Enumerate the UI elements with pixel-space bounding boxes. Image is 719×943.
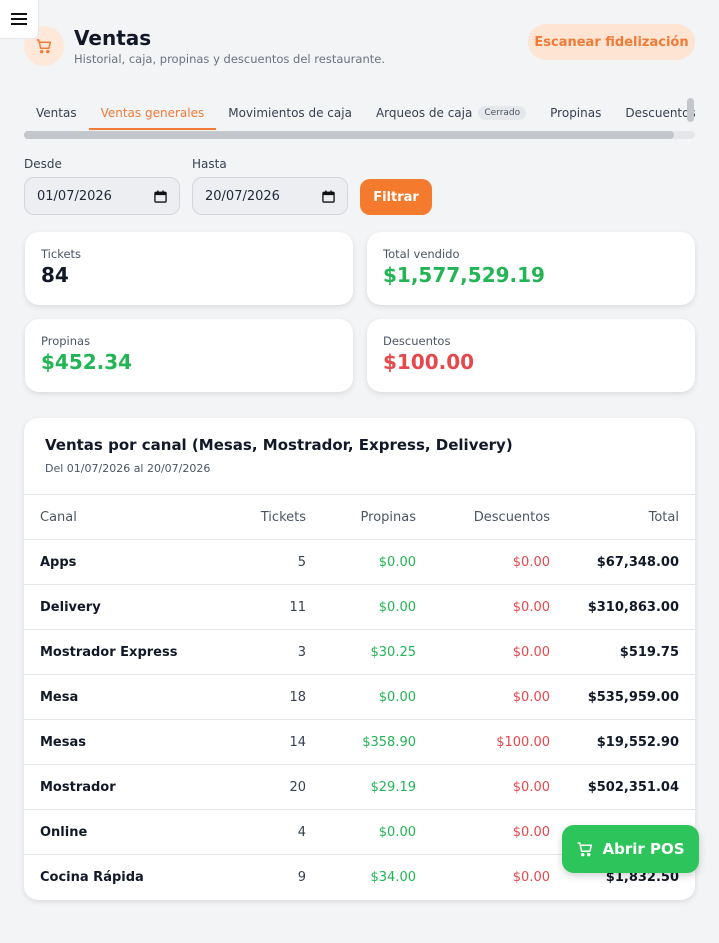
tabs-horizontal-scrollbar[interactable] <box>24 131 695 139</box>
cell-channel: Mostrador Express <box>24 629 208 675</box>
tab-propinas[interactable]: Propinas <box>538 98 613 130</box>
cell-tips: $29.19 <box>308 764 416 810</box>
cell-channel: Mesas <box>24 719 208 765</box>
tab-label: Ventas <box>36 106 77 120</box>
cell-channel: Mesa <box>24 674 208 720</box>
cell-discounts: $0.00 <box>416 584 550 630</box>
filter-button[interactable]: Filtrar <box>360 179 432 215</box>
table-header-row: Canal Tickets Propinas Descuentos Total <box>24 494 695 540</box>
page-title: Ventas <box>74 26 152 50</box>
cell-discounts: $0.00 <box>416 629 550 675</box>
page-subtitle: Historial, caja, propinas y descuentos d… <box>74 52 385 66</box>
cell-tickets: 3 <box>208 629 308 675</box>
tab-ventas[interactable]: Ventas <box>24 98 89 130</box>
cell-total: $19,552.90 <box>550 719 695 765</box>
table-title: Ventas por canal (Mesas, Mostrador, Expr… <box>45 436 513 454</box>
cell-channel: Delivery <box>24 584 208 630</box>
cell-tips: $358.90 <box>308 719 416 765</box>
cart-icon <box>577 842 593 857</box>
cell-discounts: $0.00 <box>416 764 550 810</box>
tabs-vertical-scrollbar[interactable] <box>687 98 694 122</box>
cell-tickets: 11 <box>208 584 308 630</box>
scrollbar-thumb[interactable] <box>24 131 674 139</box>
tab-label: Arqueos de caja <box>375 106 473 120</box>
column-header: Tickets <box>208 494 308 540</box>
table-row: Delivery 11 $0.00 $0.00 $310,863.00 <box>24 584 695 630</box>
tab-label: Descuentos <box>625 106 695 120</box>
stat-card-tickets: Tickets 84 <box>25 232 353 305</box>
cell-tips: $34.00 <box>308 854 416 900</box>
cell-total: $67,348.00 <box>550 539 695 585</box>
cell-tickets: 18 <box>208 674 308 720</box>
calendar-icon[interactable] <box>322 189 335 203</box>
column-header: Total <box>550 494 695 540</box>
stat-card-tips: Propinas $452.34 <box>25 319 353 392</box>
cell-channel: Online <box>24 809 208 855</box>
menu-button[interactable] <box>0 0 39 39</box>
cell-total: $502,351.04 <box>550 764 695 810</box>
tab-label: Propinas <box>550 106 602 120</box>
cell-channel: Mostrador <box>24 764 208 810</box>
tab-ventas-generales[interactable]: Ventas generales <box>88 98 217 130</box>
stat-value: $452.34 <box>41 350 133 374</box>
to-date-value: 20/07/2026 <box>205 188 280 204</box>
stat-label: Total vendido <box>383 247 460 261</box>
cell-tickets: 9 <box>208 854 308 900</box>
stat-value: 84 <box>41 263 69 287</box>
cell-discounts: $0.00 <box>416 539 550 585</box>
cell-total: $310,863.00 <box>550 584 695 630</box>
cell-tickets: 4 <box>208 809 308 855</box>
table-row: Mostrador Express 3 $30.25 $0.00 $519.75 <box>24 629 695 675</box>
tab-arqueos-de-caja[interactable]: Arqueos de caja Cerrado <box>364 98 538 130</box>
stat-card-discounts: Descuentos $100.00 <box>367 319 695 392</box>
cell-tickets: 5 <box>208 539 308 585</box>
cell-tips: $0.00 <box>308 674 416 720</box>
scan-loyalty-button[interactable]: Escanear fidelización <box>528 24 695 60</box>
stat-value: $1,577,529.19 <box>383 263 545 287</box>
cell-discounts: $0.00 <box>416 809 550 855</box>
cell-channel: Apps <box>24 539 208 585</box>
cell-total: $535,959.00 <box>550 674 695 720</box>
table-row: Mesa 18 $0.00 $0.00 $535,959.00 <box>24 674 695 720</box>
column-header: Canal <box>24 494 208 540</box>
open-pos-button[interactable]: Abrir POS <box>562 825 699 873</box>
cell-total: $519.75 <box>550 629 695 675</box>
stat-value: $100.00 <box>383 350 475 374</box>
stat-label: Propinas <box>41 334 91 348</box>
column-header: Descuentos <box>416 494 550 540</box>
stat-label: Descuentos <box>383 334 451 348</box>
table-date-range: Del 01/07/2026 al 20/07/2026 <box>45 462 211 475</box>
from-label: Desde <box>24 157 62 171</box>
tab-descuentos[interactable]: Descuentos <box>613 98 695 130</box>
cell-tips: $0.00 <box>308 584 416 630</box>
calendar-icon[interactable] <box>154 189 167 203</box>
cell-tips: $30.25 <box>308 629 416 675</box>
cell-tickets: 14 <box>208 719 308 765</box>
cart-icon <box>36 39 52 54</box>
cell-tickets: 20 <box>208 764 308 810</box>
tab-label: Ventas generales <box>100 106 205 120</box>
tab-movimientos-de-caja[interactable]: Movimientos de caja <box>216 98 364 130</box>
from-date-input[interactable]: 01/07/2026 <box>24 177 180 215</box>
table-row: Mostrador 20 $29.19 $0.00 $502,351.04 <box>24 764 695 810</box>
open-pos-label: Abrir POS <box>602 840 685 858</box>
table-row: Apps 5 $0.00 $0.00 $67,348.00 <box>24 539 695 585</box>
cell-channel: Cocina Rápida <box>24 854 208 900</box>
status-badge: Cerrado <box>478 106 527 120</box>
to-date-input[interactable]: 20/07/2026 <box>192 177 348 215</box>
stat-card-total-sold: Total vendido $1,577,529.19 <box>367 232 695 305</box>
cell-tips: $0.00 <box>308 809 416 855</box>
from-date-value: 01/07/2026 <box>37 188 112 204</box>
tab-label: Movimientos de caja <box>228 106 352 120</box>
column-header: Propinas <box>308 494 416 540</box>
to-label: Hasta <box>192 157 227 171</box>
cell-discounts: $0.00 <box>416 674 550 720</box>
table-row: Mesas 14 $358.90 $100.00 $19,552.90 <box>24 719 695 765</box>
hamburger-icon <box>11 13 27 25</box>
cell-tips: $0.00 <box>308 539 416 585</box>
sales-tabs: Ventas Ventas generales Movimientos de c… <box>24 98 695 130</box>
cell-discounts: $100.00 <box>416 719 550 765</box>
cell-discounts: $0.00 <box>416 854 550 900</box>
stat-label: Tickets <box>41 247 82 261</box>
